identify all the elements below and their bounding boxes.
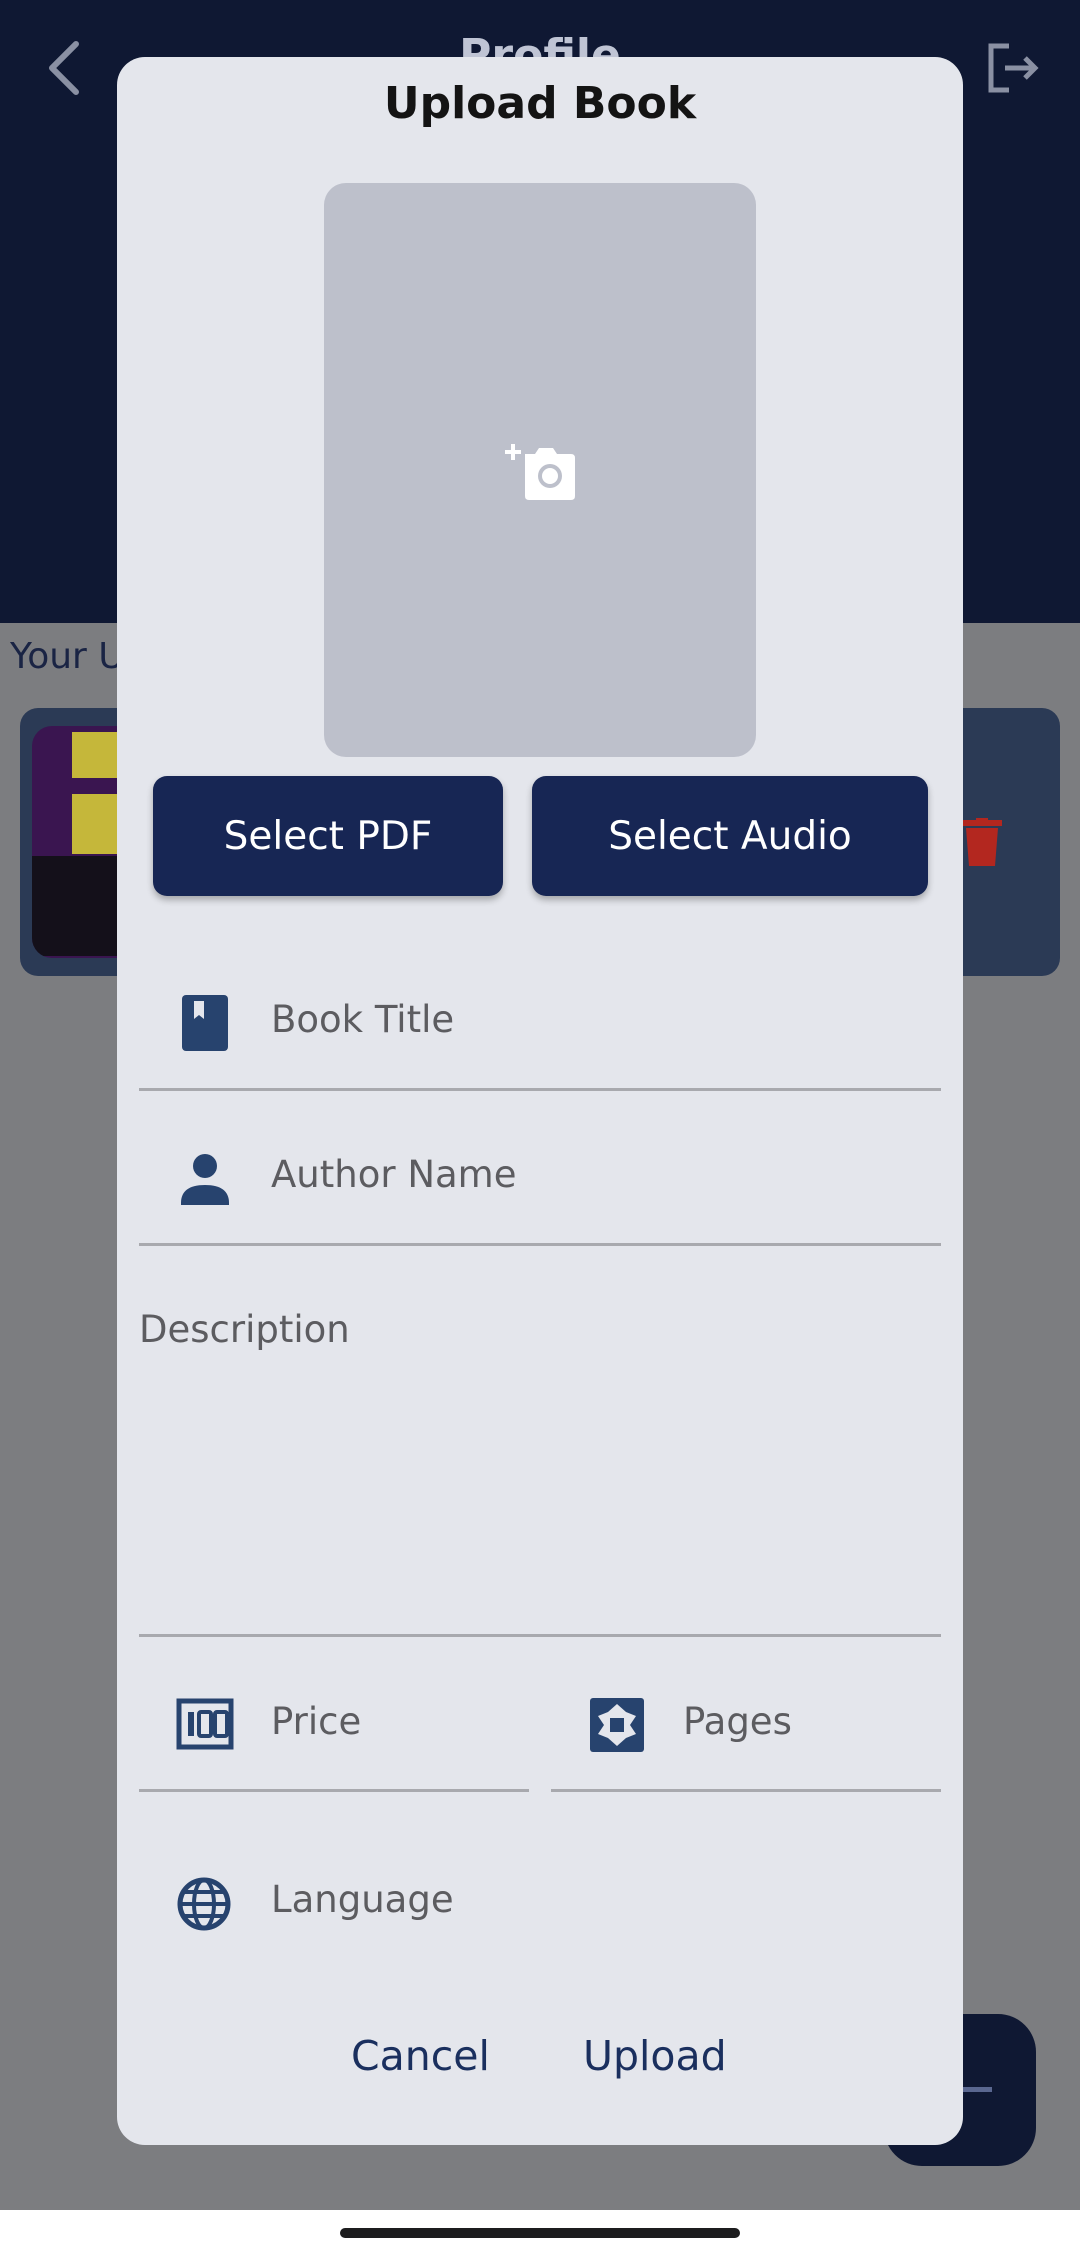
- description-underline: [139, 1634, 941, 1637]
- language-field[interactable]: Language: [271, 1878, 454, 1921]
- money-icon: [176, 1698, 234, 1750]
- logout-icon[interactable]: [985, 40, 1041, 96]
- description-field[interactable]: Description: [139, 1308, 350, 1351]
- home-gesture-handle[interactable]: [340, 2228, 740, 2238]
- select-audio-button[interactable]: Select Audio: [532, 776, 928, 896]
- select-pdf-button[interactable]: Select PDF: [153, 776, 503, 896]
- author-name-underline: [139, 1243, 941, 1246]
- cancel-button[interactable]: Cancel: [351, 2032, 490, 2080]
- book-title-underline: [139, 1088, 941, 1091]
- dialog-title: Upload Book: [383, 78, 697, 129]
- price-underline: [139, 1789, 529, 1792]
- upload-button[interactable]: Upload: [583, 2032, 727, 2080]
- pages-icon: [590, 1698, 644, 1752]
- price-field[interactable]: Price: [271, 1700, 361, 1743]
- add-a-photo-icon[interactable]: [505, 440, 577, 502]
- person-icon: [181, 1154, 229, 1205]
- globe-icon: [177, 1877, 231, 1931]
- book-icon: [182, 995, 228, 1051]
- delete-icon[interactable]: [962, 818, 1002, 866]
- pages-underline: [551, 1789, 941, 1792]
- book-title-field[interactable]: Book Title: [271, 998, 454, 1041]
- pages-field[interactable]: Pages: [683, 1700, 792, 1743]
- author-name-field[interactable]: Author Name: [271, 1153, 517, 1196]
- uploads-section-heading: Your U: [10, 636, 125, 677]
